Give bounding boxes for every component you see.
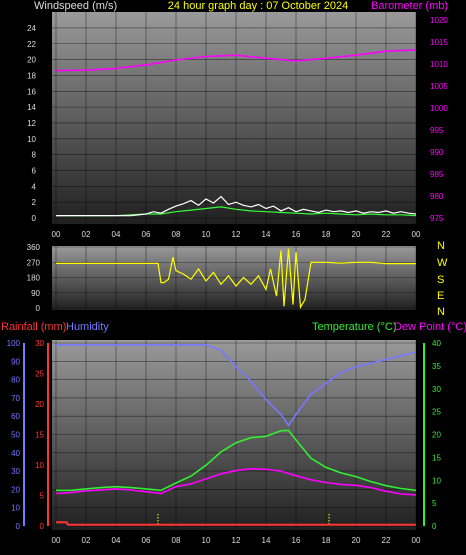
rainfall-axis-label: Rainfall (mm) — [1, 321, 66, 333]
temperature-tick-label: 40 — [432, 339, 441, 348]
x-tick-label: 02 — [82, 536, 91, 545]
temperature-axis-label: Temperature (°C) — [312, 321, 396, 333]
barometer-tick-label: 980 — [430, 192, 444, 201]
humidity-tick-label: 100 — [7, 339, 21, 348]
humidity-tick-label: 0 — [16, 522, 21, 531]
x-tick-label: 00 — [412, 536, 421, 545]
x-tick-label: 10 — [202, 230, 211, 239]
windspeed-tick-label: 6 — [32, 166, 37, 175]
barometer-tick-label: 975 — [430, 214, 444, 223]
compass-n-top: N — [437, 240, 445, 252]
windspeed-tick-label: 16 — [27, 87, 36, 96]
x-tick-label: 00 — [52, 230, 61, 239]
x-tick-label: 00 — [412, 230, 421, 239]
rainfall-tick-label: 20 — [35, 400, 44, 409]
x-tick-label: 16 — [292, 536, 301, 545]
windspeed-tick-label: 0 — [32, 214, 37, 223]
windspeed-tick-label: 8 — [32, 151, 37, 160]
x-tick-label: 20 — [352, 536, 361, 545]
barometer-axis-label: Barometer (mb) — [371, 0, 448, 12]
dewpoint-axis-label: Dew Point (°C) — [394, 321, 466, 333]
x-tick-label: 22 — [382, 536, 391, 545]
windspeed-tick-label: 18 — [27, 71, 36, 80]
rainfall-tick-label: 10 — [35, 461, 44, 470]
direction-tick-label: 90 — [31, 289, 40, 298]
barometer-tick-label: 1000 — [430, 104, 448, 113]
x-tick-label: 20 — [352, 230, 361, 239]
barometer-tick-label: 990 — [430, 148, 444, 157]
x-tick-label: 04 — [112, 230, 121, 239]
x-tick-label: 14 — [262, 230, 271, 239]
compass-n-bottom: N — [437, 306, 445, 318]
x-tick-label: 06 — [142, 536, 151, 545]
temperature-panel — [52, 340, 416, 530]
barometer-tick-label: 1015 — [430, 38, 448, 47]
direction-tick-label: 180 — [27, 274, 41, 283]
temperature-tick-label: 5 — [432, 499, 437, 508]
barometer-tick-label: 1020 — [430, 16, 448, 25]
temperature-tick-label: 35 — [432, 362, 441, 371]
windspeed-tick-label: 2 — [32, 198, 37, 207]
x-tick-label: 10 — [202, 536, 211, 545]
humidity-tick-label: 90 — [11, 357, 20, 366]
direction-panel — [52, 246, 416, 310]
windspeed-tick-label: 4 — [32, 182, 37, 191]
windspeed-axis-label: Windspeed (m/s) — [34, 0, 117, 12]
humidity-tick-label: 60 — [11, 412, 20, 421]
temperature-tick-label: 20 — [432, 431, 441, 440]
x-tick-label: 00 — [52, 536, 61, 545]
x-tick-label: 18 — [322, 230, 331, 239]
compass-e: E — [437, 290, 444, 302]
windspeed-tick-label: 10 — [27, 135, 36, 144]
rainfall-tick-label: 0 — [40, 522, 45, 531]
humidity-tick-label: 20 — [11, 485, 20, 494]
x-tick-label: 14 — [262, 536, 271, 545]
humidity-tick-label: 50 — [11, 431, 20, 440]
windspeed-tick-label: 22 — [27, 40, 36, 49]
humidity-tick-label: 30 — [11, 467, 20, 476]
compass-w: W — [437, 257, 448, 269]
barometer-tick-label: 995 — [430, 126, 444, 135]
barometer-tick-label: 1010 — [430, 60, 448, 69]
windspeed-tick-label: 20 — [27, 56, 36, 65]
rainfall-tick-label: 25 — [35, 370, 44, 379]
temperature-tick-label: 0 — [432, 522, 437, 531]
barometer-tick-label: 1005 — [430, 82, 448, 91]
direction-tick-label: 270 — [27, 258, 41, 267]
x-tick-label: 22 — [382, 230, 391, 239]
chart-title: 24 hour graph day : 07 October 2024 — [168, 0, 348, 12]
humidity-tick-label: 10 — [11, 504, 20, 513]
temperature-tick-label: 15 — [432, 453, 441, 462]
humidity-axis-label: Humidity — [66, 321, 109, 333]
rainfall-tick-label: 5 — [40, 492, 45, 501]
direction-tick-label: 0 — [36, 304, 41, 313]
windspeed-tick-label: 24 — [27, 24, 36, 33]
x-tick-label: 18 — [322, 536, 331, 545]
humidity-tick-label: 40 — [11, 449, 20, 458]
x-tick-label: 08 — [172, 536, 181, 545]
direction-tick-label: 360 — [27, 243, 41, 252]
temperature-tick-label: 10 — [432, 476, 441, 485]
x-tick-label: 12 — [232, 536, 241, 545]
temperature-tick-label: 30 — [432, 385, 441, 394]
humidity-tick-label: 80 — [11, 376, 20, 385]
x-tick-label: 06 — [142, 230, 151, 239]
compass-s: S — [437, 274, 444, 286]
x-tick-label: 16 — [292, 230, 301, 239]
weather-chart: Windspeed (m/s) 24 hour graph day : 07 O… — [1, 0, 466, 545]
rainfall-tick-label: 30 — [35, 339, 44, 348]
x-tick-label: 08 — [172, 230, 181, 239]
x-tick-label: 12 — [232, 230, 241, 239]
x-tick-label: 02 — [82, 230, 91, 239]
rainfall-tick-label: 15 — [35, 431, 44, 440]
temperature-tick-label: 25 — [432, 408, 441, 417]
windspeed-tick-label: 12 — [27, 119, 36, 128]
windspeed-tick-label: 14 — [27, 103, 36, 112]
barometer-tick-label: 985 — [430, 170, 444, 179]
humidity-tick-label: 70 — [11, 394, 20, 403]
x-tick-label: 04 — [112, 536, 121, 545]
